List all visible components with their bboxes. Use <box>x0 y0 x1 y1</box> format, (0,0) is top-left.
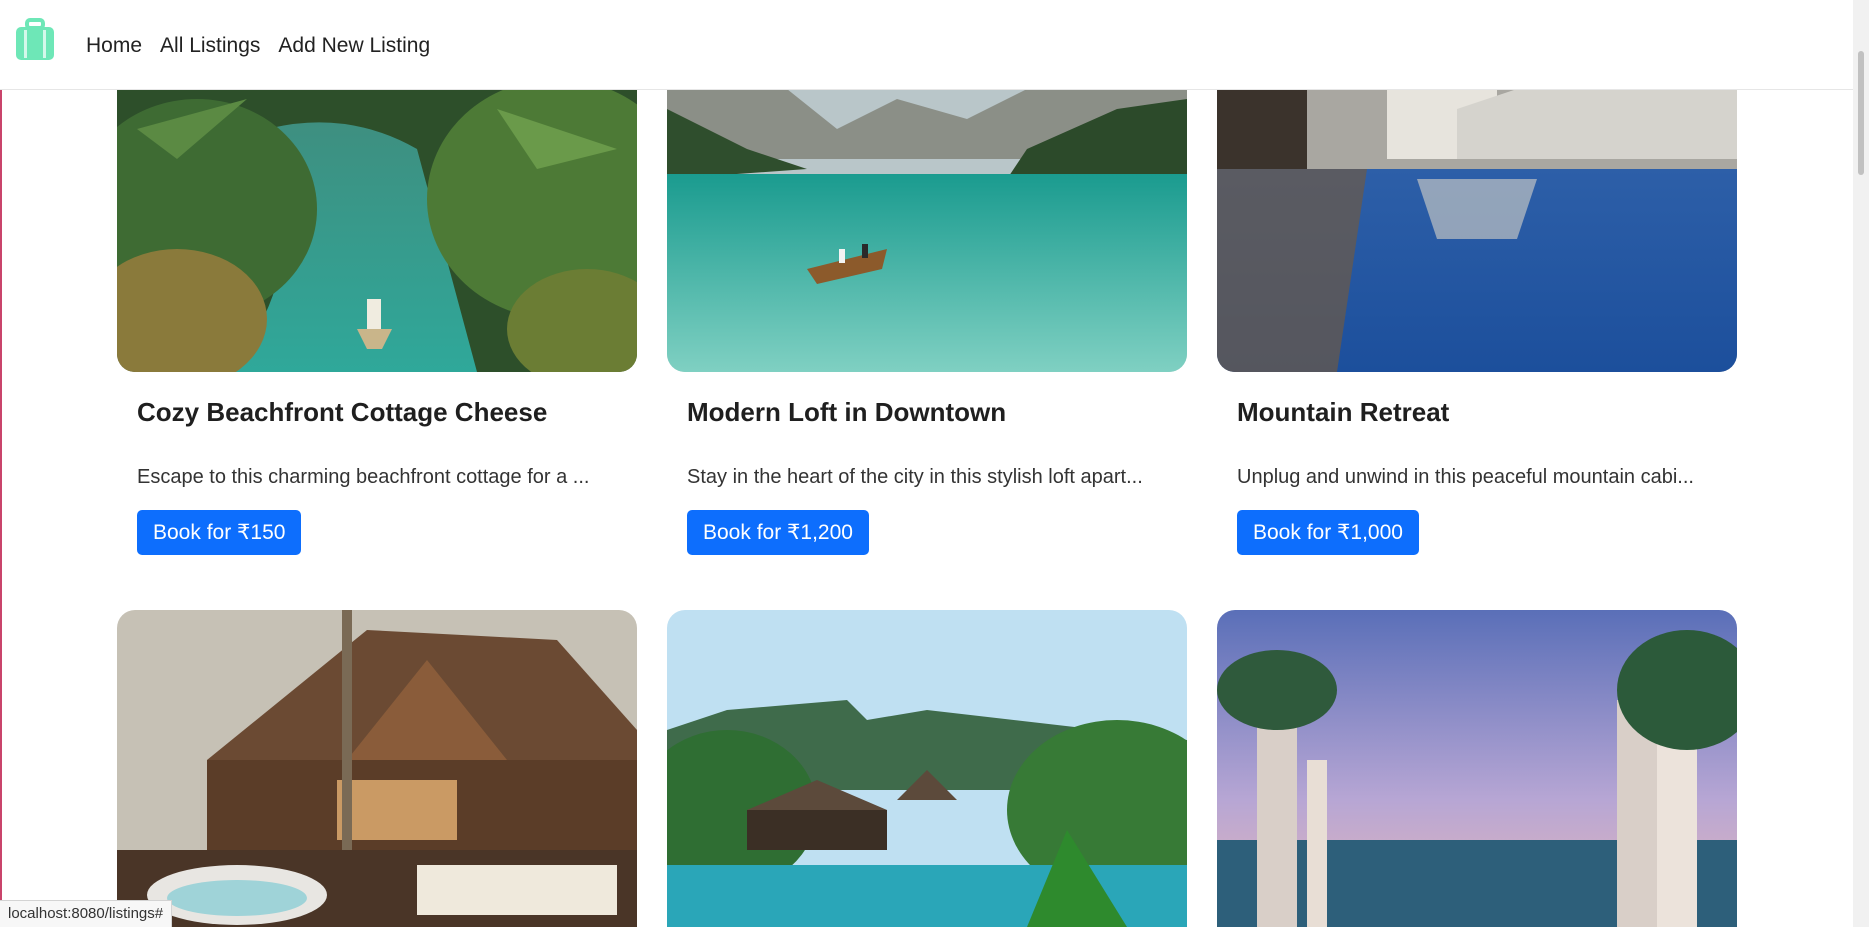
listing-card[interactable] <box>117 610 637 927</box>
vertical-scrollbar[interactable] <box>1853 0 1869 927</box>
book-button[interactable]: Book for ₹1,000 <box>1237 510 1419 555</box>
listing-card[interactable] <box>1217 610 1737 927</box>
listing-image[interactable] <box>117 610 637 927</box>
listing-card[interactable]: Mountain Retreat Unplug and unwind in th… <box>1217 89 1737 555</box>
nav-link-home[interactable]: Home <box>86 30 142 62</box>
nav-link-add-new-listing[interactable]: Add New Listing <box>278 30 430 62</box>
navbar: Home All Listings Add New Listing <box>0 0 1853 90</box>
book-button[interactable]: Book for ₹1,200 <box>687 510 869 555</box>
listing-title: Cozy Beachfront Cottage Cheese <box>137 397 548 427</box>
listing-title: Mountain Retreat <box>1237 397 1450 427</box>
listing-card[interactable]: Modern Loft in Downtown Stay in the hear… <box>667 89 1187 555</box>
nav-links: Home All Listings Add New Listing <box>86 30 430 62</box>
listing-card[interactable] <box>667 610 1187 927</box>
listing-image[interactable] <box>1217 89 1737 372</box>
listing-card[interactable]: Cozy Beachfront Cottage Cheese Escape to… <box>117 89 637 555</box>
status-bar-url: localhost:8080/listings# <box>0 900 173 927</box>
listing-description: Escape to this charming beachfront cotta… <box>137 466 590 488</box>
listing-title: Modern Loft in Downtown <box>687 397 1007 427</box>
listings-grid: Cozy Beachfront Cottage Cheese Escape to… <box>0 0 1853 927</box>
listing-image[interactable] <box>667 89 1187 372</box>
nav-link-all-listings[interactable]: All Listings <box>160 30 260 62</box>
listing-image[interactable] <box>117 89 637 372</box>
book-button[interactable]: Book for ₹150 <box>137 510 302 555</box>
listing-description: Stay in the heart of the city in this st… <box>687 466 1143 488</box>
listing-description: Unplug and unwind in this peaceful mount… <box>1237 466 1694 488</box>
scrollbar-thumb[interactable] <box>1858 51 1864 175</box>
listing-image[interactable] <box>667 610 1187 927</box>
listing-image[interactable] <box>1217 610 1737 927</box>
suitcase-icon[interactable] <box>14 18 56 62</box>
